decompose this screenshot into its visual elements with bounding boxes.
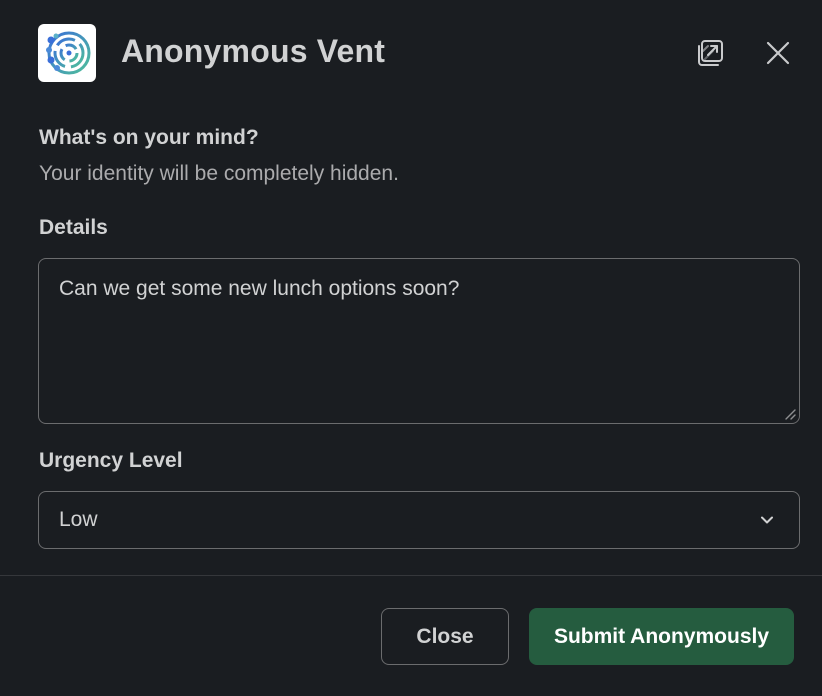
chevron-down-icon — [761, 516, 773, 524]
modal-title: Anonymous Vent — [121, 33, 386, 69]
urgency-selected-value: Low — [59, 508, 98, 531]
popout-window-icon — [698, 40, 723, 66]
popout-button[interactable] — [690, 33, 730, 73]
modal-header: Anonymous Vent — [0, 0, 822, 108]
details-label: Details — [39, 216, 108, 239]
urgency-label: Urgency Level — [39, 449, 183, 472]
prompt-subtext: Your identity will be completely hidden. — [39, 162, 399, 185]
submit-anonymously-button[interactable]: Submit Anonymously — [529, 608, 794, 665]
close-button[interactable]: Close — [381, 608, 509, 665]
details-text: Can we get some new lunch options soon? — [59, 277, 460, 300]
urgency-select[interactable]: Low — [38, 491, 800, 549]
details-textarea[interactable]: Can we get some new lunch options soon? — [38, 258, 800, 424]
close-icon — [766, 41, 790, 65]
anonymous-vent-modal: Anonymous Vent What's on your mind? Your… — [0, 0, 822, 696]
resize-handle-icon[interactable] — [783, 407, 797, 421]
app-logo-icon — [38, 24, 96, 82]
footer-divider — [0, 575, 822, 576]
prompt-question: What's on your mind? — [39, 126, 259, 149]
close-x-button[interactable] — [758, 33, 798, 73]
